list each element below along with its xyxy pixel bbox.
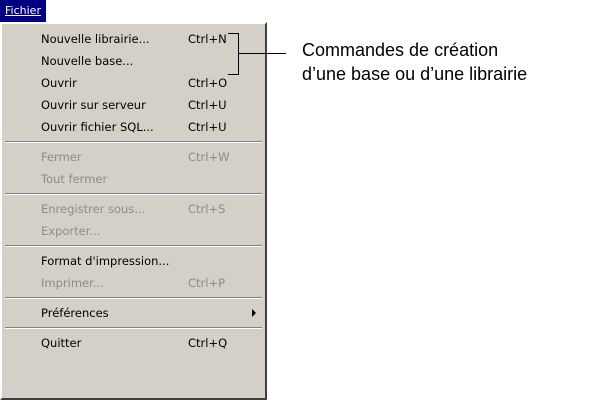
menu-item-label: Ouvrir sur serveur <box>41 98 146 112</box>
menu-item-nouvelle-base[interactable]: Nouvelle base... <box>5 50 262 72</box>
menu-separator <box>5 327 262 329</box>
annotation-line-1: Commandes de création <box>302 40 499 60</box>
menu-item-label: Tout fermer <box>41 172 108 186</box>
menu-item-label: Ouvrir fichier SQL... <box>41 120 154 134</box>
menu-item-ouvrir-sur-serveur[interactable]: Ouvrir sur serveur Ctrl+U <box>5 94 262 116</box>
menu-item-fermer: Fermer Ctrl+W <box>5 146 262 168</box>
menu-item-format-impression[interactable]: Format d'impression... <box>5 250 262 272</box>
menu-item-quitter[interactable]: Quitter Ctrl+Q <box>5 332 262 354</box>
menu-item-shortcut: Ctrl+N <box>188 32 227 46</box>
fichier-dropdown-menu: Nouvelle librairie... Ctrl+N Nouvelle ba… <box>0 22 267 400</box>
menu-title-fichier[interactable]: Fichier <box>0 0 46 22</box>
annotation-leader-line <box>238 53 286 54</box>
menu-item-label: Ouvrir <box>41 76 77 90</box>
menu-item-shortcut: Ctrl+S <box>188 202 226 216</box>
menu-separator <box>5 193 262 195</box>
submenu-arrow-icon <box>252 309 256 317</box>
menu-item-preferences[interactable]: Préférences <box>5 302 262 324</box>
menu-item-label: Nouvelle librairie... <box>41 32 150 46</box>
menu-item-shortcut: Ctrl+U <box>188 98 227 112</box>
menu-item-shortcut: Ctrl+U <box>188 120 227 134</box>
menu-item-shortcut: Ctrl+W <box>188 150 230 164</box>
menu-item-exporter: Exporter... <box>5 220 262 242</box>
annotation-callout: Commandes de création d’une base ou d’un… <box>302 38 602 86</box>
menu-item-imprimer: Imprimer... Ctrl+P <box>5 272 262 294</box>
menu-item-label: Exporter... <box>41 224 101 238</box>
menu-item-label: Enregistrer sous... <box>41 202 146 216</box>
menu-item-ouvrir-fichier-sql[interactable]: Ouvrir fichier SQL... Ctrl+U <box>5 116 262 138</box>
menu-item-label: Imprimer... <box>41 276 104 290</box>
menu-separator <box>5 141 262 143</box>
menu-item-nouvelle-librairie[interactable]: Nouvelle librairie... Ctrl+N <box>5 28 262 50</box>
menu-item-shortcut: Ctrl+O <box>188 76 228 90</box>
menu-item-label: Nouvelle base... <box>41 54 134 68</box>
menu-item-label: Format d'impression... <box>41 254 170 268</box>
menu-item-label: Fermer <box>41 150 82 164</box>
menu-item-shortcut: Ctrl+Q <box>188 336 228 350</box>
menu-item-label: Préférences <box>41 306 109 320</box>
menu-separator <box>5 297 262 299</box>
menu-separator <box>5 245 262 247</box>
menu-item-shortcut: Ctrl+P <box>188 276 226 290</box>
annotation-bracket <box>228 33 239 75</box>
menu-item-enregistrer-sous: Enregistrer sous... Ctrl+S <box>5 198 262 220</box>
menu-item-ouvrir[interactable]: Ouvrir Ctrl+O <box>5 72 262 94</box>
annotation-line-2: d’une base ou d’une librairie <box>302 64 528 84</box>
menu-item-tout-fermer: Tout fermer <box>5 168 262 190</box>
menu-item-label: Quitter <box>41 336 82 350</box>
